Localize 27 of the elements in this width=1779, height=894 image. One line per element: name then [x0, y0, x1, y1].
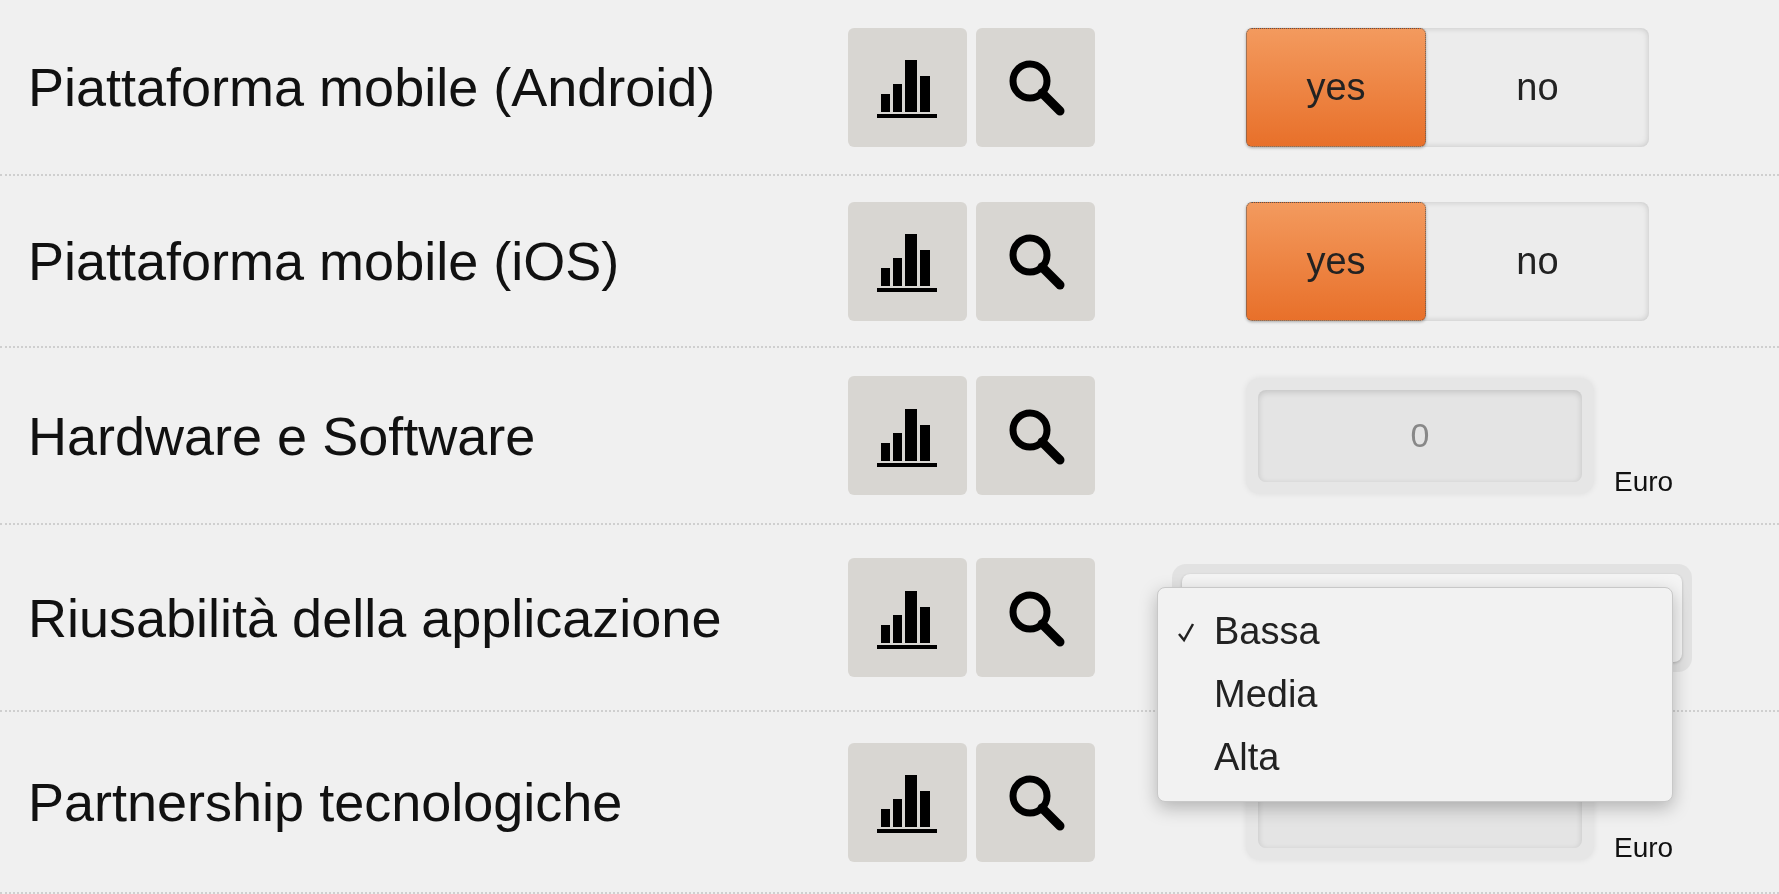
- unit-label: Euro: [1614, 832, 1674, 864]
- search-button[interactable]: [976, 742, 1095, 862]
- statistics-button[interactable]: [848, 201, 967, 321]
- toggle-option[interactable]: no: [1426, 201, 1649, 321]
- search-button[interactable]: [976, 558, 1095, 677]
- row-label: Hardware e Software: [28, 404, 537, 467]
- menu-item[interactable]: Media: [1158, 663, 1672, 726]
- row-label: Riusabilità della applicazione: [28, 586, 723, 649]
- row-label: Partnership tecnologiche: [28, 771, 624, 833]
- menu-item[interactable]: Bassa: [1158, 600, 1672, 663]
- row-label: Piattaforma mobile (Android): [28, 56, 717, 118]
- unit-label: Euro: [1614, 465, 1674, 498]
- menu-item[interactable]: Alta: [1158, 726, 1672, 789]
- search-button[interactable]: [976, 27, 1095, 147]
- row-label: Piattaforma mobile (iOS): [28, 230, 621, 292]
- menu-item-label: Bassa: [1214, 610, 1320, 653]
- toggle-option[interactable]: yes: [1246, 201, 1426, 321]
- menu-item-label: Media: [1214, 673, 1318, 716]
- statistics-button[interactable]: [848, 558, 967, 677]
- menu-item-label: Alta: [1214, 736, 1280, 779]
- statistics-button[interactable]: [848, 376, 967, 495]
- statistics-button[interactable]: [848, 742, 967, 862]
- toggle-option[interactable]: yes: [1246, 27, 1426, 147]
- statistics-button[interactable]: [848, 27, 967, 147]
- search-button[interactable]: [976, 376, 1095, 495]
- search-button[interactable]: [976, 201, 1095, 321]
- toggle-option[interactable]: no: [1426, 27, 1649, 147]
